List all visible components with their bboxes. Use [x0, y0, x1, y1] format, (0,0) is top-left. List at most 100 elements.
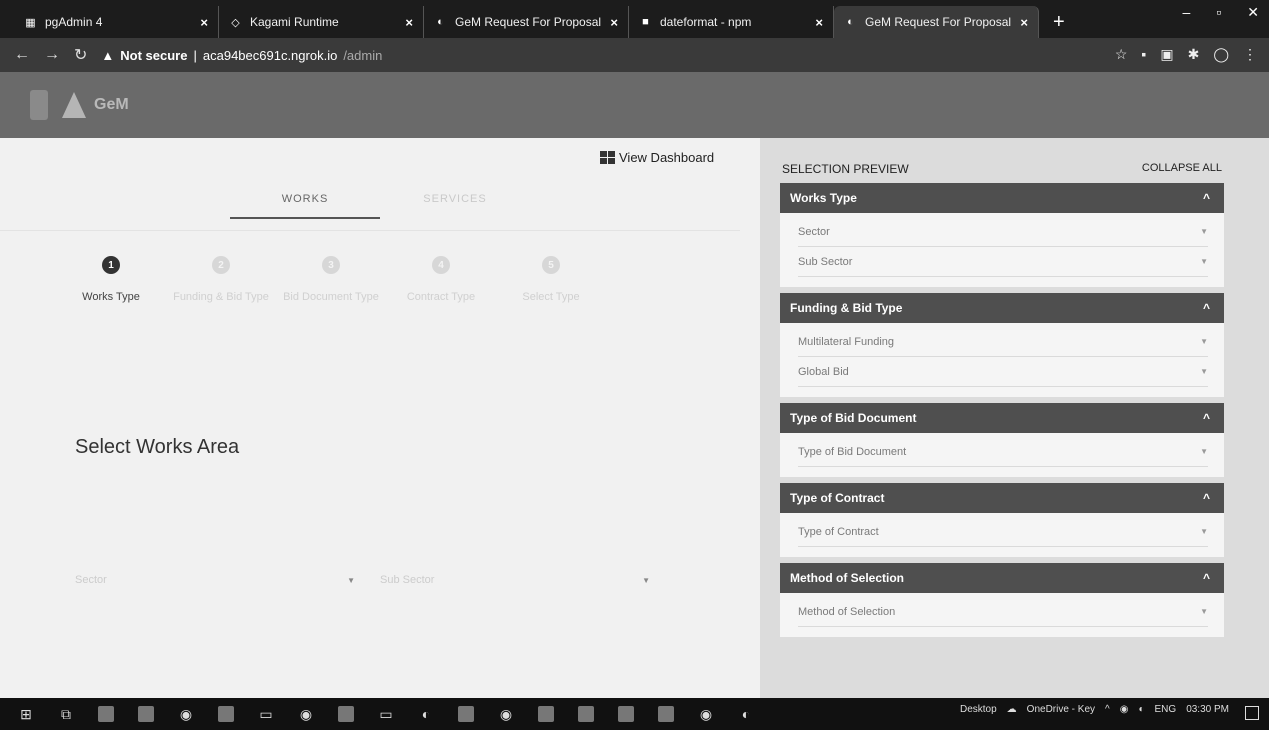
method-of-selection-field[interactable]: Method of Selection ▼ [798, 597, 1208, 627]
app-icon[interactable] [338, 706, 354, 722]
windows-taskbar: ⊞ ⧉ ◉ ▭ ◉ ▭ ◐ ◉ ◉ ◐ Desktop ☁ OneDrive -… [0, 698, 1269, 730]
globe-icon: ◐ [437, 16, 444, 28]
notification-icon[interactable] [1245, 706, 1259, 720]
chevron-up-icon[interactable]: ^ [1203, 301, 1210, 315]
maximize-icon[interactable]: ▫ [1216, 4, 1221, 21]
step-bid-document-type[interactable]: 3 Bid Document Type [276, 256, 386, 304]
app-icon[interactable] [458, 706, 474, 722]
back-icon[interactable]: ← [14, 46, 30, 64]
puzzle-icon[interactable]: ✱ [1188, 46, 1200, 63]
app-icon[interactable] [578, 706, 594, 722]
app-icon[interactable]: ◉ [498, 706, 514, 722]
sub-sector-field[interactable]: Sub Sector ▼ [798, 247, 1208, 277]
chevron-up-icon[interactable]: ^ [1203, 411, 1210, 425]
global-bid-field[interactable]: Global Bid ▼ [798, 357, 1208, 387]
section-header-method-of-selection[interactable]: Method of Selection ^ [780, 563, 1224, 593]
tab-title: Kagami Runtime [250, 15, 339, 29]
chevron-up-icon[interactable]: ^ [1203, 491, 1210, 505]
windows-start-icon[interactable]: ⊞ [18, 706, 34, 722]
app-icon[interactable]: ◐ [418, 706, 434, 722]
stepper: 1 Works Type 2 Funding & Bid Type 3 Bid … [56, 256, 606, 304]
close-icon[interactable]: × [1020, 15, 1028, 30]
section-header-bid-document[interactable]: Type of Bid Document ^ [780, 403, 1224, 433]
multilateral-funding-field[interactable]: Multilateral Funding ▼ [798, 327, 1208, 357]
app-icon[interactable] [98, 706, 114, 722]
chrome-icon[interactable]: ◉ [178, 706, 194, 722]
star-icon[interactable]: ☆ [1115, 46, 1128, 63]
npm-icon: ■ [642, 16, 649, 28]
minimize-icon[interactable]: – [1183, 4, 1191, 21]
onedrive-label[interactable]: OneDrive - Key [1027, 704, 1095, 715]
app-icon[interactable] [618, 706, 634, 722]
onedrive-icon: ☁ [1006, 704, 1017, 715]
collapse-all-button[interactable]: COLLAPSE ALL [1142, 162, 1222, 176]
new-tab-button[interactable]: + [1039, 6, 1079, 38]
app-icon[interactable] [538, 706, 554, 722]
close-icon[interactable]: × [815, 15, 823, 30]
step-number: 4 [432, 256, 450, 274]
section-body: Type of Bid Document ▼ [780, 433, 1224, 477]
section-header-funding-bid-type[interactable]: Funding & Bid Type ^ [780, 293, 1224, 323]
app-icon[interactable]: ▭ [378, 706, 394, 722]
browser-tab[interactable]: ◐ GeM Request For Proposal × [424, 6, 629, 38]
volume-icon[interactable]: ◐ [1138, 704, 1144, 715]
view-dashboard-button[interactable]: View Dashboard [600, 150, 714, 165]
extension-icon[interactable]: ▪ [1141, 46, 1146, 63]
profile-icon[interactable]: ◯ [1213, 46, 1229, 63]
browser-tab-active[interactable]: ◐ GeM Request For Proposal × [834, 6, 1039, 38]
extension-icon[interactable]: ▣ [1160, 46, 1173, 63]
chevron-up-icon[interactable]: ^ [1203, 191, 1210, 205]
section-header-contract[interactable]: Type of Contract ^ [780, 483, 1224, 513]
reload-icon[interactable]: ↻ [74, 45, 87, 65]
task-view-icon[interactable]: ⧉ [58, 706, 74, 722]
folder-icon[interactable]: ▭ [258, 706, 274, 722]
tab-works[interactable]: WORKS [230, 193, 380, 219]
app-icon[interactable] [658, 706, 674, 722]
menu-icon[interactable]: ⋮ [1243, 46, 1257, 63]
close-window-icon[interactable]: ✕ [1247, 4, 1259, 21]
warning-icon: ▲ [101, 47, 115, 63]
contract-field[interactable]: Type of Contract ▼ [798, 517, 1208, 547]
chrome-icon[interactable]: ◉ [298, 706, 314, 722]
forward-icon[interactable]: → [44, 46, 60, 64]
browser-tab[interactable]: ■ dateformat - npm × [629, 6, 834, 38]
sub-sector-select[interactable]: Sub Sector ▼ [380, 570, 650, 590]
step-select-type[interactable]: 5 Select Type [496, 256, 606, 304]
bid-document-field[interactable]: Type of Bid Document ▼ [798, 437, 1208, 467]
step-label: Works Type [82, 291, 140, 303]
step-funding-bid-type[interactable]: 2 Funding & Bid Type [166, 256, 276, 304]
preview-header: SELECTION PREVIEW COLLAPSE ALL [782, 162, 1222, 176]
dropdown-caret-icon: ▼ [1200, 337, 1208, 346]
network-icon[interactable]: ◉ [1120, 704, 1129, 715]
close-icon[interactable]: × [610, 15, 618, 30]
language-indicator[interactable]: ENG [1155, 704, 1177, 715]
tab-title: GeM Request For Proposal [455, 15, 602, 29]
app-icon[interactable]: ◉ [698, 706, 714, 722]
field-label: Multilateral Funding [798, 335, 894, 348]
url-field[interactable]: ▲ Not secure | aca94bec691c.ngrok.io/adm… [101, 48, 382, 63]
chevron-up-icon[interactable]: ^ [1203, 571, 1210, 585]
sector-select[interactable]: Sector ▼ [75, 570, 355, 590]
dashboard-icon [600, 151, 615, 164]
sector-field[interactable]: Sector ▼ [798, 217, 1208, 247]
step-number: 3 [322, 256, 340, 274]
app-icon[interactable] [218, 706, 234, 722]
desktop-toolbar[interactable]: Desktop [960, 704, 997, 715]
close-icon[interactable]: × [200, 15, 208, 30]
step-works-type[interactable]: 1 Works Type [56, 256, 166, 304]
section-header-works-type[interactable]: Works Type ^ [780, 183, 1224, 213]
tab-services[interactable]: SERVICES [380, 193, 530, 219]
section-title: Works Type [790, 191, 857, 205]
clock[interactable]: 03:30 PM [1186, 704, 1229, 715]
chevron-up-icon[interactable]: ^ [1105, 704, 1110, 715]
browser-tab-bar: ▦ pgAdmin 4 × ◇ Kagami Runtime × ◐ GeM R… [0, 0, 1269, 38]
app-icon[interactable] [138, 706, 154, 722]
app-icon[interactable]: ◐ [738, 706, 754, 722]
close-icon[interactable]: × [405, 15, 413, 30]
field-label: Type of Bid Document [798, 445, 907, 458]
step-contract-type[interactable]: 4 Contract Type [386, 256, 496, 304]
step-label: Bid Document Type [283, 291, 379, 303]
browser-tab[interactable]: ◇ Kagami Runtime × [219, 6, 424, 38]
database-icon: ▦ [25, 16, 36, 29]
browser-tab[interactable]: ▦ pgAdmin 4 × [14, 6, 219, 38]
